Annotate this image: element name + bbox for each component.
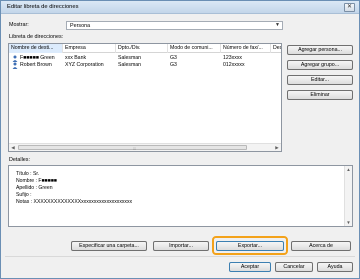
grip-icon: ⁞⁞⁞	[133, 146, 137, 151]
title-bar: Editar libreta de direcciones ✕	[1, 1, 359, 14]
detail-notes: Notas : XXXXXXXXXXXXXXxxxxxxxxxxxxxxxxxx…	[16, 199, 133, 205]
add-group-button[interactable]: Agregar grupo...	[287, 60, 353, 70]
scroll-left-icon[interactable]: ◀	[9, 144, 17, 151]
close-icon: ✕	[346, 4, 353, 10]
window-title: Editar libreta de direcciones	[7, 4, 79, 10]
edit-button[interactable]: Editar...	[287, 75, 353, 85]
column-header-number[interactable]: Número de fax/...	[221, 44, 271, 53]
scroll-up-icon[interactable]: ▲	[345, 166, 352, 173]
cancel-button[interactable]: Cancelar	[275, 262, 313, 272]
detail-last-name: Apellido : Green	[16, 185, 53, 191]
cell-company: XYZ Corporation	[65, 62, 104, 68]
detail-suffix: Sufijo :	[16, 192, 32, 198]
address-book-label: Libreta de direcciones:	[9, 34, 64, 40]
cell-number: 123xxxx	[223, 55, 243, 61]
scroll-down-icon[interactable]: ▼	[345, 219, 352, 226]
scroll-right-icon[interactable]: ▶	[273, 144, 281, 151]
delete-button[interactable]: Eliminar	[287, 90, 353, 100]
chevron-down-icon: ▼	[275, 22, 280, 28]
column-header-destination[interactable]: Desti	[271, 44, 281, 53]
details-label: Detalles:	[9, 157, 30, 163]
column-header-name[interactable]: Nombre de desti...	[9, 44, 63, 53]
cell-name: F■■■■■ Green	[20, 55, 55, 61]
add-person-button[interactable]: Agregar persona...	[287, 45, 353, 55]
about-button[interactable]: Acerca de	[291, 241, 351, 251]
import-button[interactable]: Importar...	[153, 241, 209, 251]
details-scrollbar[interactable]: ▲ ▼	[344, 166, 352, 226]
column-header-mode[interactable]: Modo de comuni...	[168, 44, 221, 53]
cell-department: Salesman	[118, 62, 142, 68]
help-button[interactable]: Ayuda	[317, 262, 353, 272]
person-icon	[12, 62, 18, 69]
detail-title: Título : Sr.	[16, 171, 40, 177]
details-panel[interactable]: Título : Sr. Nombre : F■■■■■ Apellido : …	[8, 165, 353, 227]
specify-folder-button[interactable]: Especificar una carpeta...	[71, 241, 147, 251]
address-list-header: Nombre de desti... Empresa Dpto./Div. Mo…	[9, 44, 281, 53]
show-dropdown[interactable]: Persona ▼	[66, 21, 283, 30]
scrollbar-thumb[interactable]: ⁞⁞⁞	[18, 145, 247, 151]
cell-mode: G3	[170, 62, 177, 68]
cell-name: Robert Brown	[20, 62, 52, 68]
close-button[interactable]: ✕	[344, 3, 355, 12]
detail-first-name: Nombre : F■■■■■	[16, 178, 57, 184]
person-icon	[12, 55, 18, 62]
cell-number: 012xxxxx	[223, 62, 245, 68]
list-item[interactable]: Robert Brown XYZ Corporation Salesman G3…	[9, 62, 281, 69]
address-list[interactable]: Nombre de desti... Empresa Dpto./Div. Mo…	[8, 43, 282, 152]
column-header-department[interactable]: Dpto./Div.	[116, 44, 168, 53]
show-label: Mostrar:	[9, 22, 29, 28]
list-item[interactable]: F■■■■■ Green xxx Bank Salesman G3 123xxx…	[9, 55, 281, 62]
divider	[5, 256, 355, 257]
show-dropdown-value: Persona	[70, 23, 91, 29]
address-book-dialog: Editar libreta de direcciones ✕ Mostrar:…	[0, 0, 360, 279]
cell-mode: G3	[170, 55, 177, 61]
cell-department: Salesman	[118, 55, 142, 61]
cell-company: xxx Bank	[65, 55, 87, 61]
ok-button[interactable]: Aceptar	[229, 262, 271, 272]
export-button[interactable]: Exportar...	[216, 241, 284, 251]
column-header-company[interactable]: Empresa	[63, 44, 116, 53]
horizontal-scrollbar[interactable]: ◀ ⁞⁞⁞ ▶	[9, 143, 281, 151]
